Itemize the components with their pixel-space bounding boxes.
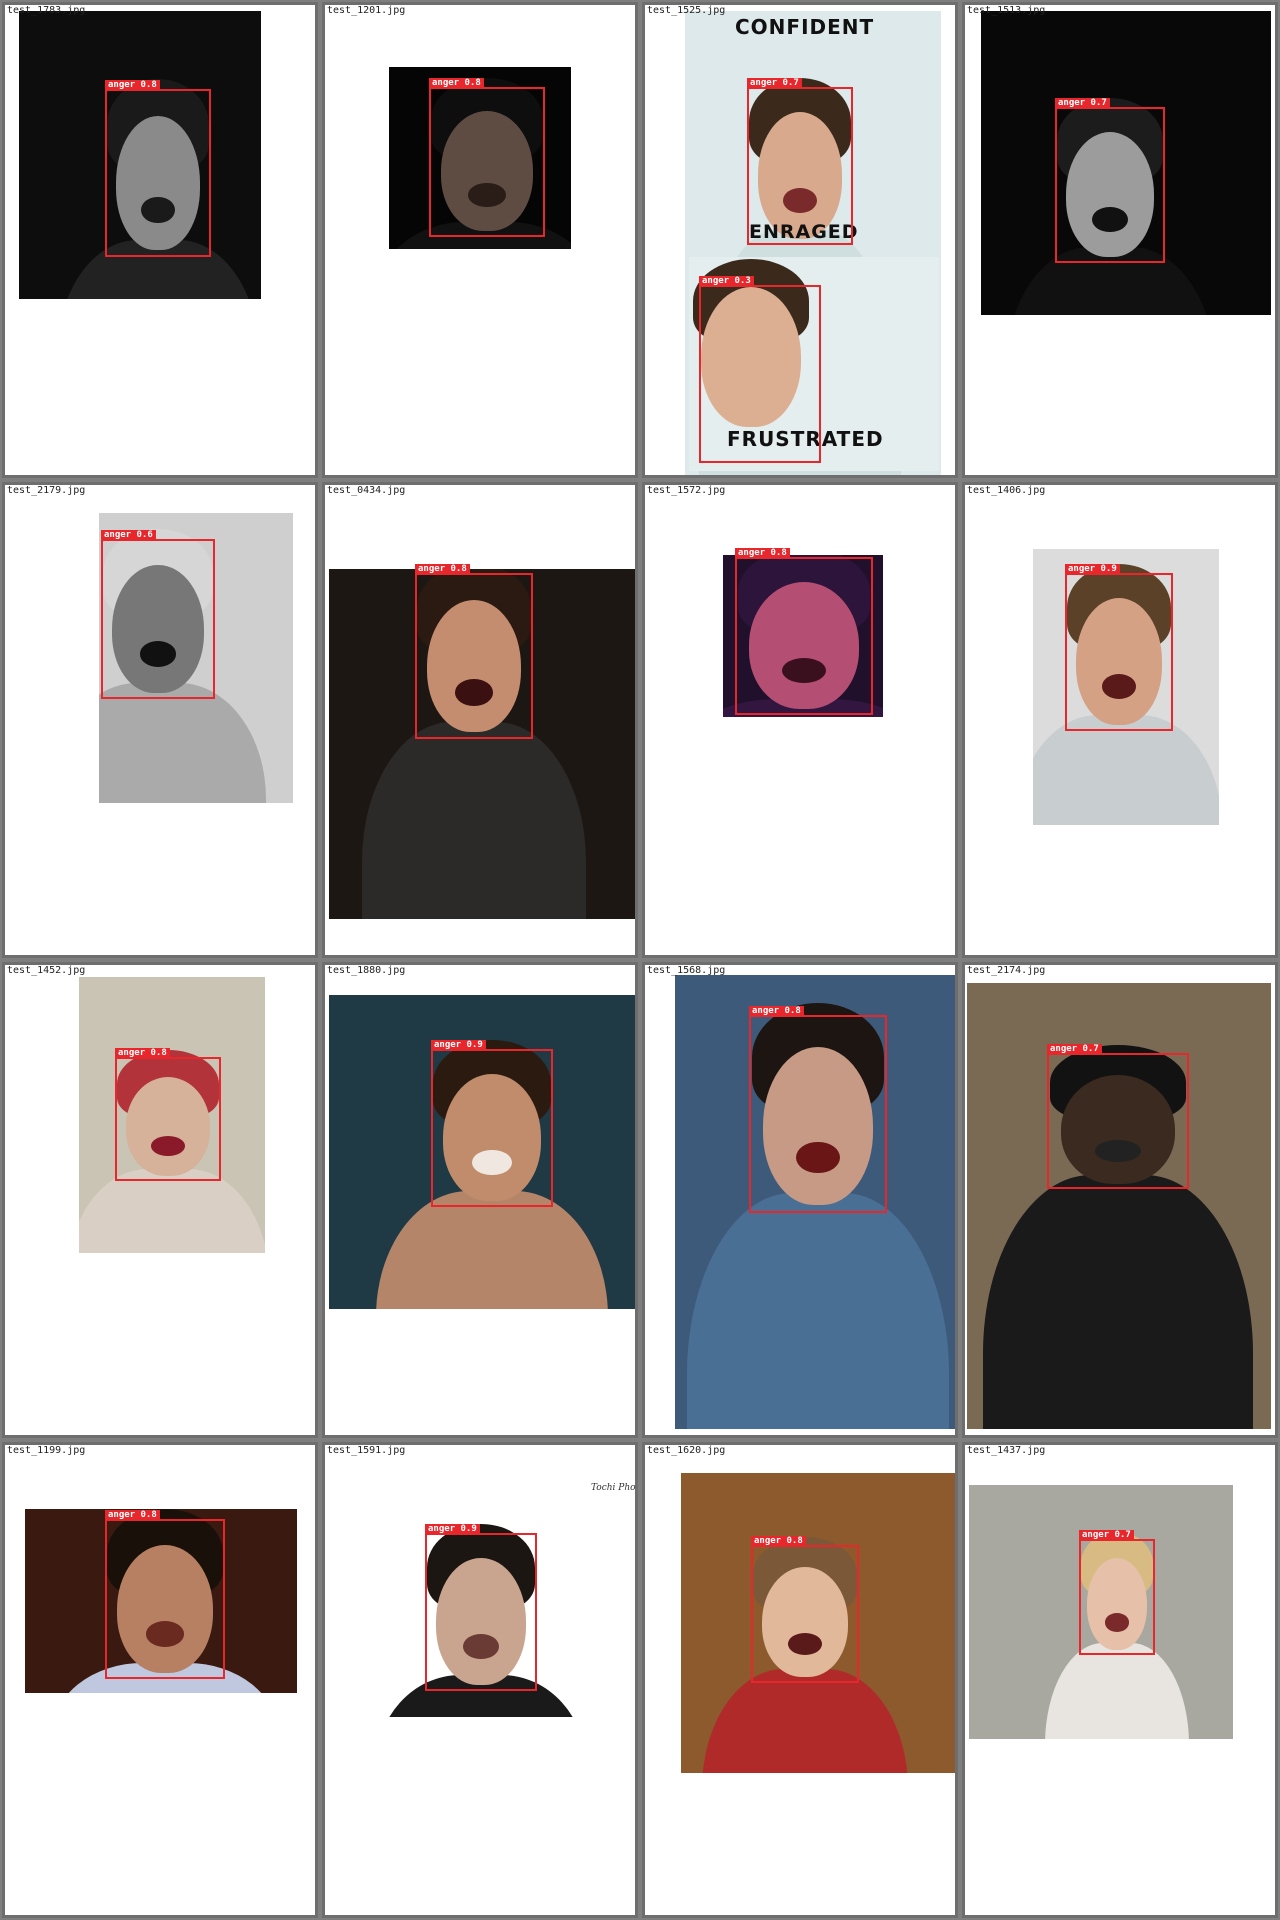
person-body xyxy=(1044,1643,1190,1739)
detection-label: anger 0.8 xyxy=(751,1536,806,1546)
detection-label: anger 0.8 xyxy=(749,1006,804,1016)
detection-label: anger 0.8 xyxy=(429,78,484,88)
detection-label: anger 0.6 xyxy=(101,530,156,540)
grid-cell: test_1572.jpganger 0.8 xyxy=(642,482,958,958)
file-name: test_1880.jpg xyxy=(327,965,406,976)
grid-cell: test_1452.jpganger 0.8 xyxy=(2,962,318,1438)
detection-box: anger 0.8 xyxy=(115,1048,221,1181)
detection-box: anger 0.8 xyxy=(429,78,545,237)
detection-label: anger 0.8 xyxy=(415,564,470,574)
detection-box: anger 0.6 xyxy=(101,530,215,699)
detection-box: anger 0.7 xyxy=(1055,98,1165,263)
file-name: test_1513.jpg xyxy=(967,5,1046,16)
file-name: test_1199.jpg xyxy=(7,1445,86,1456)
grid-cell: test_0434.jpganger 0.8 xyxy=(322,482,638,958)
file-name: test_1437.jpg xyxy=(967,1445,1046,1456)
detection-box: anger 0.8 xyxy=(749,1006,887,1213)
detection-label: anger 0.7 xyxy=(1079,1530,1134,1540)
detection-box: anger 0.7 xyxy=(1079,1530,1155,1655)
person-body xyxy=(361,722,587,919)
file-name: test_2179.jpg xyxy=(7,485,86,496)
file-name: test_1406.jpg xyxy=(967,485,1046,496)
photographer-signature: Tochi Pho xyxy=(591,1483,636,1493)
file-name: test_1591.jpg xyxy=(327,1445,406,1456)
person-body xyxy=(686,1193,950,1429)
file-name: test_2174.jpg xyxy=(967,965,1046,976)
detection-box: anger 0.9 xyxy=(431,1040,553,1207)
detection-label: anger 0.8 xyxy=(115,1048,170,1058)
detection-box: anger 0.8 xyxy=(751,1536,859,1683)
detection-box: anger 0.8 xyxy=(415,564,533,739)
detection-box: anger 0.9 xyxy=(425,1524,537,1691)
person-body xyxy=(79,1168,265,1253)
detection-box: anger 0.7 xyxy=(1047,1044,1189,1189)
grid-cell: test_1406.jpganger 0.9 xyxy=(962,482,1278,958)
person-body xyxy=(376,1191,608,1309)
detection-label: anger 0.9 xyxy=(431,1040,486,1050)
grid-cell: test_2179.jpganger 0.6 xyxy=(2,482,318,958)
detection-label: anger 0.7 xyxy=(1047,1044,1102,1054)
grid-cell: test_1880.jpganger 0.9 xyxy=(322,962,638,1438)
detection-box: anger 0.7 xyxy=(747,78,853,245)
detection-label: anger 0.3 xyxy=(699,276,754,286)
detection-label: anger 0.9 xyxy=(1065,564,1120,574)
grid-cell: test_1199.jpganger 0.8 xyxy=(2,1442,318,1918)
photo xyxy=(967,983,1271,1429)
grid-cell: test_1437.jpganger 0.7 xyxy=(962,1442,1278,1918)
grid-cell: test_1568.jpganger 0.8 xyxy=(642,962,958,1438)
file-name: test_1201.jpg xyxy=(327,5,406,16)
person-body xyxy=(99,683,267,803)
detection-box: anger 0.8 xyxy=(105,1510,225,1679)
detection-label: anger 0.8 xyxy=(105,1510,160,1520)
file-name: test_1568.jpg xyxy=(647,965,726,976)
grid-cell: test_1620.jpganger 0.8 xyxy=(642,1442,958,1918)
grid-cell: test_1783.jpganger 0.8 xyxy=(2,2,318,478)
file-name: test_1525.jpg xyxy=(647,5,726,16)
detection-label: anger 0.8 xyxy=(105,80,160,90)
emotion-caption: CONFIDENT xyxy=(735,15,875,39)
detection-box: anger 0.8 xyxy=(105,80,211,257)
detection-box: anger 0.3 xyxy=(699,276,821,463)
file-name: test_1620.jpg xyxy=(647,1445,726,1456)
file-name: test_0434.jpg xyxy=(327,485,406,496)
person-body xyxy=(1033,715,1219,825)
file-name: test_1783.jpg xyxy=(7,5,86,16)
grid-cell: test_1591.jpganger 0.9 Tochi Pho xyxy=(322,1442,638,1918)
file-name: test_1572.jpg xyxy=(647,485,726,496)
detection-label: anger 0.7 xyxy=(1055,98,1110,108)
person-body xyxy=(983,1175,1253,1429)
detection-label: anger 0.7 xyxy=(747,78,802,88)
image-grid: test_1783.jpg anger 0.8 test_1201.jpg anger… xyxy=(0,0,1280,1920)
detection-box: anger 0.8 xyxy=(735,548,873,715)
grid-cell: test_1513.jpganger 0.7 xyxy=(962,2,1278,478)
person-body xyxy=(702,1669,908,1773)
grid-cell: test_2174.jpganger 0.7 xyxy=(962,962,1278,1438)
detection-label: anger 0.9 xyxy=(425,1524,480,1534)
detection-label: anger 0.8 xyxy=(735,548,790,558)
file-name: test_1452.jpg xyxy=(7,965,86,976)
grid-cell: test_1201.jpganger 0.8 xyxy=(322,2,638,478)
grid-cell: test_1525.jpganger 0.7 anger 0.3 CONFIDENT… xyxy=(642,2,958,478)
detection-box: anger 0.9 xyxy=(1065,564,1173,731)
